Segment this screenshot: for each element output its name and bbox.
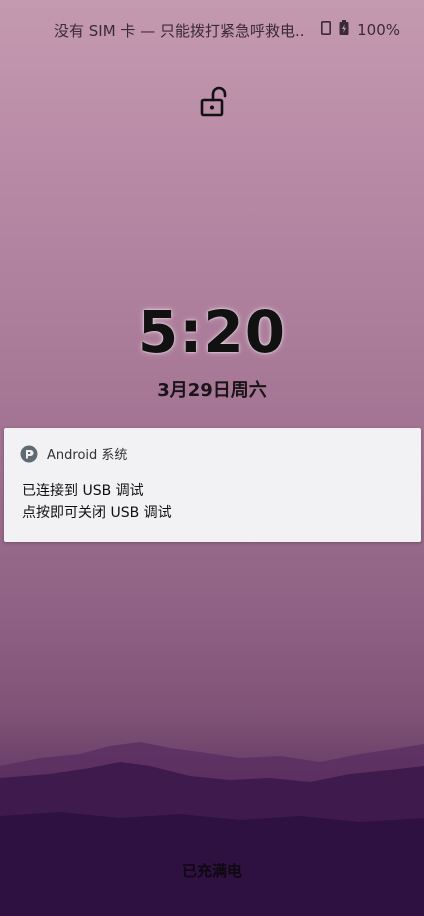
lockscreen-date: 3月29日周六 xyxy=(157,380,267,401)
lockscreen-clock: 5:20 xyxy=(137,298,287,366)
notification-title: 已连接到 USB 调试 xyxy=(22,483,144,499)
battery-percent: 100% xyxy=(357,20,400,39)
usb-debugging-notification[interactable]: Android 系统 已连接到 USB 调试 点按即可关闭 USB 调试 xyxy=(4,428,421,542)
battery-charging-icon xyxy=(339,20,349,39)
charging-status: 已充满电 xyxy=(181,862,242,880)
notification-text: 点按即可关闭 USB 调试 xyxy=(22,505,172,521)
notification-app-name: Android 系统 xyxy=(47,448,128,463)
status-bar: 没有 SIM 卡 — 只能拨打紧急呼救电.. 100% xyxy=(0,0,424,60)
wallpaper-mountains xyxy=(0,742,424,916)
unlocked-padlock-icon[interactable] xyxy=(200,86,230,120)
carrier-status-text: 没有 SIM 卡 — 只能拨打紧急呼救电.. xyxy=(54,22,305,40)
notification-header: Android 系统 xyxy=(20,444,127,463)
android-system-icon xyxy=(20,445,38,462)
status-icons: 100% xyxy=(321,20,400,39)
phone-icon xyxy=(321,20,332,39)
